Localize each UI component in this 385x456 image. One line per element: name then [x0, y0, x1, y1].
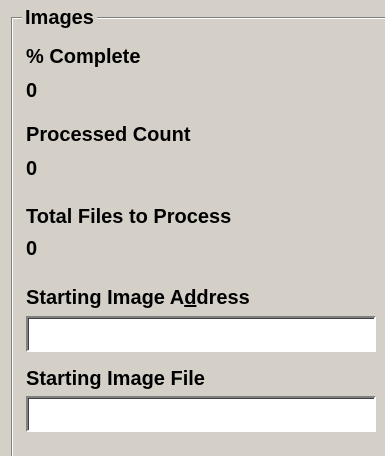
total-files-value: 0 — [26, 238, 38, 260]
starting-image-file-label: Starting Image File — [26, 368, 205, 390]
starting-image-address-label-pre: Starting Image A — [26, 287, 185, 309]
processed-count-label: Processed Count — [26, 124, 191, 146]
percent-complete-value: 0 — [26, 80, 38, 102]
processed-count-value: 0 — [26, 158, 38, 180]
starting-image-address-input[interactable] — [26, 316, 376, 352]
images-groupbox — [11, 17, 385, 456]
starting-image-file-input[interactable] — [26, 396, 376, 432]
starting-image-address-label-post: dress — [196, 287, 250, 309]
starting-image-address-label: Starting Image Address — [26, 287, 250, 309]
total-files-label: Total Files to Process — [26, 206, 232, 228]
access-key-letter: d — [184, 287, 197, 309]
percent-complete-label: % Complete — [26, 46, 141, 68]
group-title: Images — [22, 8, 97, 28]
